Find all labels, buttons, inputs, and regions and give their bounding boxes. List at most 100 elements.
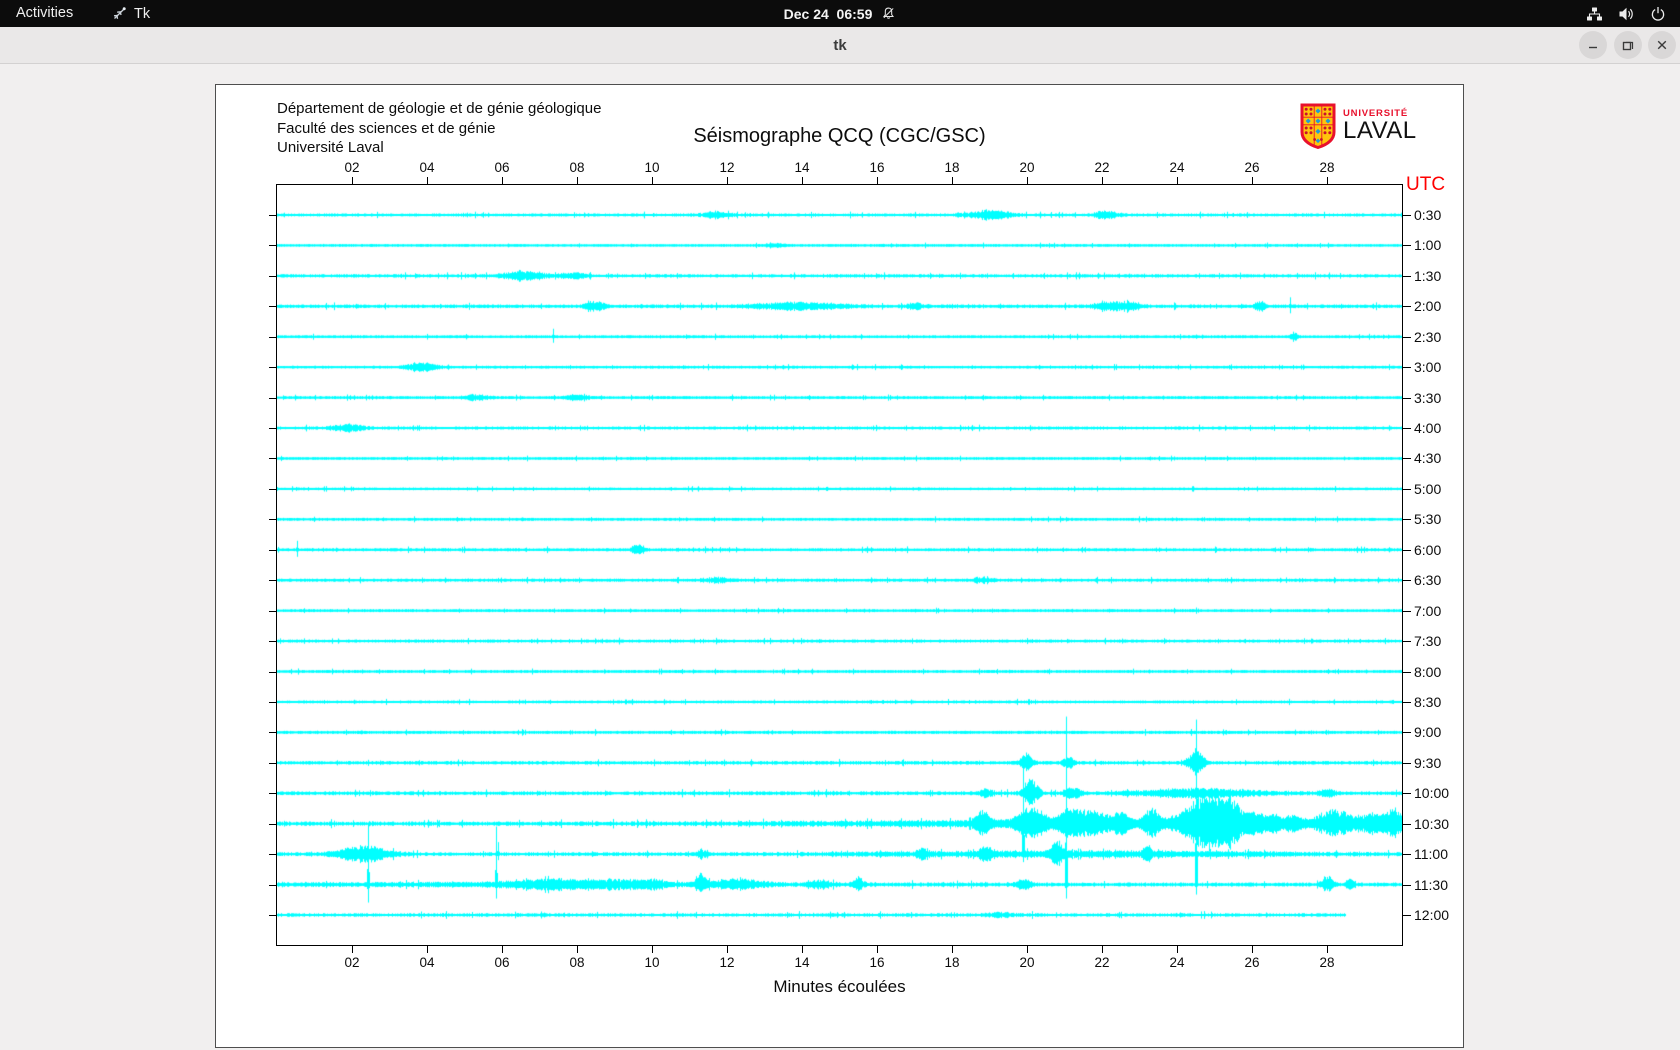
seismograph-title: Séismographe QCQ (CGC/GSC) [693, 125, 986, 147]
row-tick-left [269, 672, 277, 673]
row-tick-left [269, 398, 277, 399]
x-tick-top [952, 177, 953, 184]
x-tick-top [802, 177, 803, 184]
x-tick-label-bottom: 04 [419, 955, 435, 970]
laval-logo-shield [1300, 103, 1336, 149]
maximize-button[interactable] [1614, 31, 1642, 59]
row-tick-left [269, 276, 277, 277]
x-tick-label-bottom: 18 [944, 955, 960, 970]
row-tick-left [269, 306, 277, 307]
row-tick-left [269, 611, 277, 612]
x-tick-label-top: 02 [344, 160, 360, 175]
x-axis-title: Minutes écoulées [773, 977, 906, 996]
x-tick-label-bottom: 26 [1244, 955, 1260, 970]
x-tick-label-bottom: 06 [494, 955, 510, 970]
system-status-area[interactable] [1586, 0, 1666, 27]
row-tick-right [1403, 215, 1411, 216]
row-tick-left [269, 732, 277, 733]
x-tick-bottom [502, 946, 503, 953]
row-time-label: 5:30 [1414, 511, 1442, 527]
row-tick-right [1403, 672, 1411, 673]
activities-button[interactable]: Activities [16, 0, 73, 27]
row-time-label: 10:30 [1414, 816, 1450, 832]
row-tick-right [1403, 763, 1411, 764]
row-time-label: 8:30 [1414, 694, 1442, 710]
close-button[interactable] [1648, 31, 1676, 59]
x-tick-label-bottom: 16 [869, 955, 885, 970]
x-tick-label-top: 12 [719, 160, 735, 175]
row-tick-right [1403, 306, 1411, 307]
row-tick-right [1403, 580, 1411, 581]
row-time-label: 7:30 [1414, 633, 1442, 649]
x-tick-top [427, 177, 428, 184]
x-tick-label-top: 22 [1094, 160, 1110, 175]
gnome-top-bar: Activities Tk Dec 24 06:59 [0, 0, 1680, 27]
row-tick-right [1403, 732, 1411, 733]
x-tick-bottom [1102, 946, 1103, 953]
x-tick-label-bottom: 08 [569, 955, 585, 970]
row-tick-right [1403, 824, 1411, 825]
row-tick-right [1403, 702, 1411, 703]
clock[interactable]: Dec 24 06:59 [784, 6, 873, 22]
row-time-label: 4:30 [1414, 450, 1442, 466]
row-tick-left [269, 885, 277, 886]
utc-axis-label: UTC [1406, 174, 1446, 195]
x-tick-bottom [802, 946, 803, 953]
row-tick-right [1403, 367, 1411, 368]
laval-logo-laval: LAVAL [1343, 117, 1417, 144]
row-tick-right [1403, 428, 1411, 429]
row-tick-right [1403, 245, 1411, 246]
x-tick-label-bottom: 22 [1094, 955, 1110, 970]
x-tick-label-top: 16 [869, 160, 885, 175]
row-tick-left [269, 458, 277, 459]
row-tick-left [269, 763, 277, 764]
desktop-screen: Activities Tk Dec 24 06:59 tk Départemen… [0, 0, 1680, 1050]
row-tick-left [269, 215, 277, 216]
x-tick-label-top: 18 [944, 160, 960, 175]
x-tick-label-top: 26 [1244, 160, 1260, 175]
row-time-label: 5:00 [1414, 481, 1442, 497]
row-time-label: 3:00 [1414, 359, 1442, 375]
x-tick-label-bottom: 24 [1169, 955, 1185, 970]
row-time-label: 7:00 [1414, 603, 1442, 619]
row-time-label: 12:00 [1414, 907, 1450, 923]
row-tick-right [1403, 519, 1411, 520]
app-indicator-label: Tk [134, 5, 151, 22]
x-tick-label-top: 04 [419, 160, 435, 175]
row-time-label: 2:30 [1414, 329, 1442, 345]
row-tick-left [269, 519, 277, 520]
x-tick-bottom [727, 946, 728, 953]
row-time-label: 11:30 [1414, 877, 1448, 893]
row-tick-left [269, 793, 277, 794]
x-tick-label-bottom: 28 [1319, 955, 1335, 970]
x-tick-label-top: 06 [494, 160, 510, 175]
tk-app-icon [112, 6, 127, 21]
x-tick-label-top: 28 [1319, 160, 1335, 175]
volume-icon [1618, 6, 1635, 22]
minimize-button[interactable] [1579, 31, 1607, 59]
row-time-label: 1:30 [1414, 268, 1442, 284]
x-tick-bottom [427, 946, 428, 953]
row-tick-left [269, 550, 277, 551]
row-tick-left [269, 367, 277, 368]
row-tick-right [1403, 458, 1411, 459]
x-tick-bottom [1252, 946, 1253, 953]
window-titlebar[interactable]: tk [0, 27, 1680, 64]
row-time-label: 3:30 [1414, 390, 1442, 406]
x-tick-top [1177, 177, 1178, 184]
x-tick-top [727, 177, 728, 184]
row-time-label: 10:00 [1414, 785, 1450, 801]
row-tick-right [1403, 550, 1411, 551]
x-tick-top [1327, 177, 1328, 184]
row-time-label: 11:00 [1414, 846, 1448, 862]
network-wired-icon [1586, 6, 1603, 22]
app-indicator[interactable]: Tk [112, 0, 150, 27]
row-tick-left [269, 489, 277, 490]
x-tick-bottom [1027, 946, 1028, 953]
x-tick-top [1027, 177, 1028, 184]
row-time-label: 8:00 [1414, 664, 1442, 680]
row-tick-right [1403, 276, 1411, 277]
notifications-muted-bell-icon [881, 6, 896, 21]
x-tick-label-top: 08 [569, 160, 585, 175]
row-tick-left [269, 641, 277, 642]
